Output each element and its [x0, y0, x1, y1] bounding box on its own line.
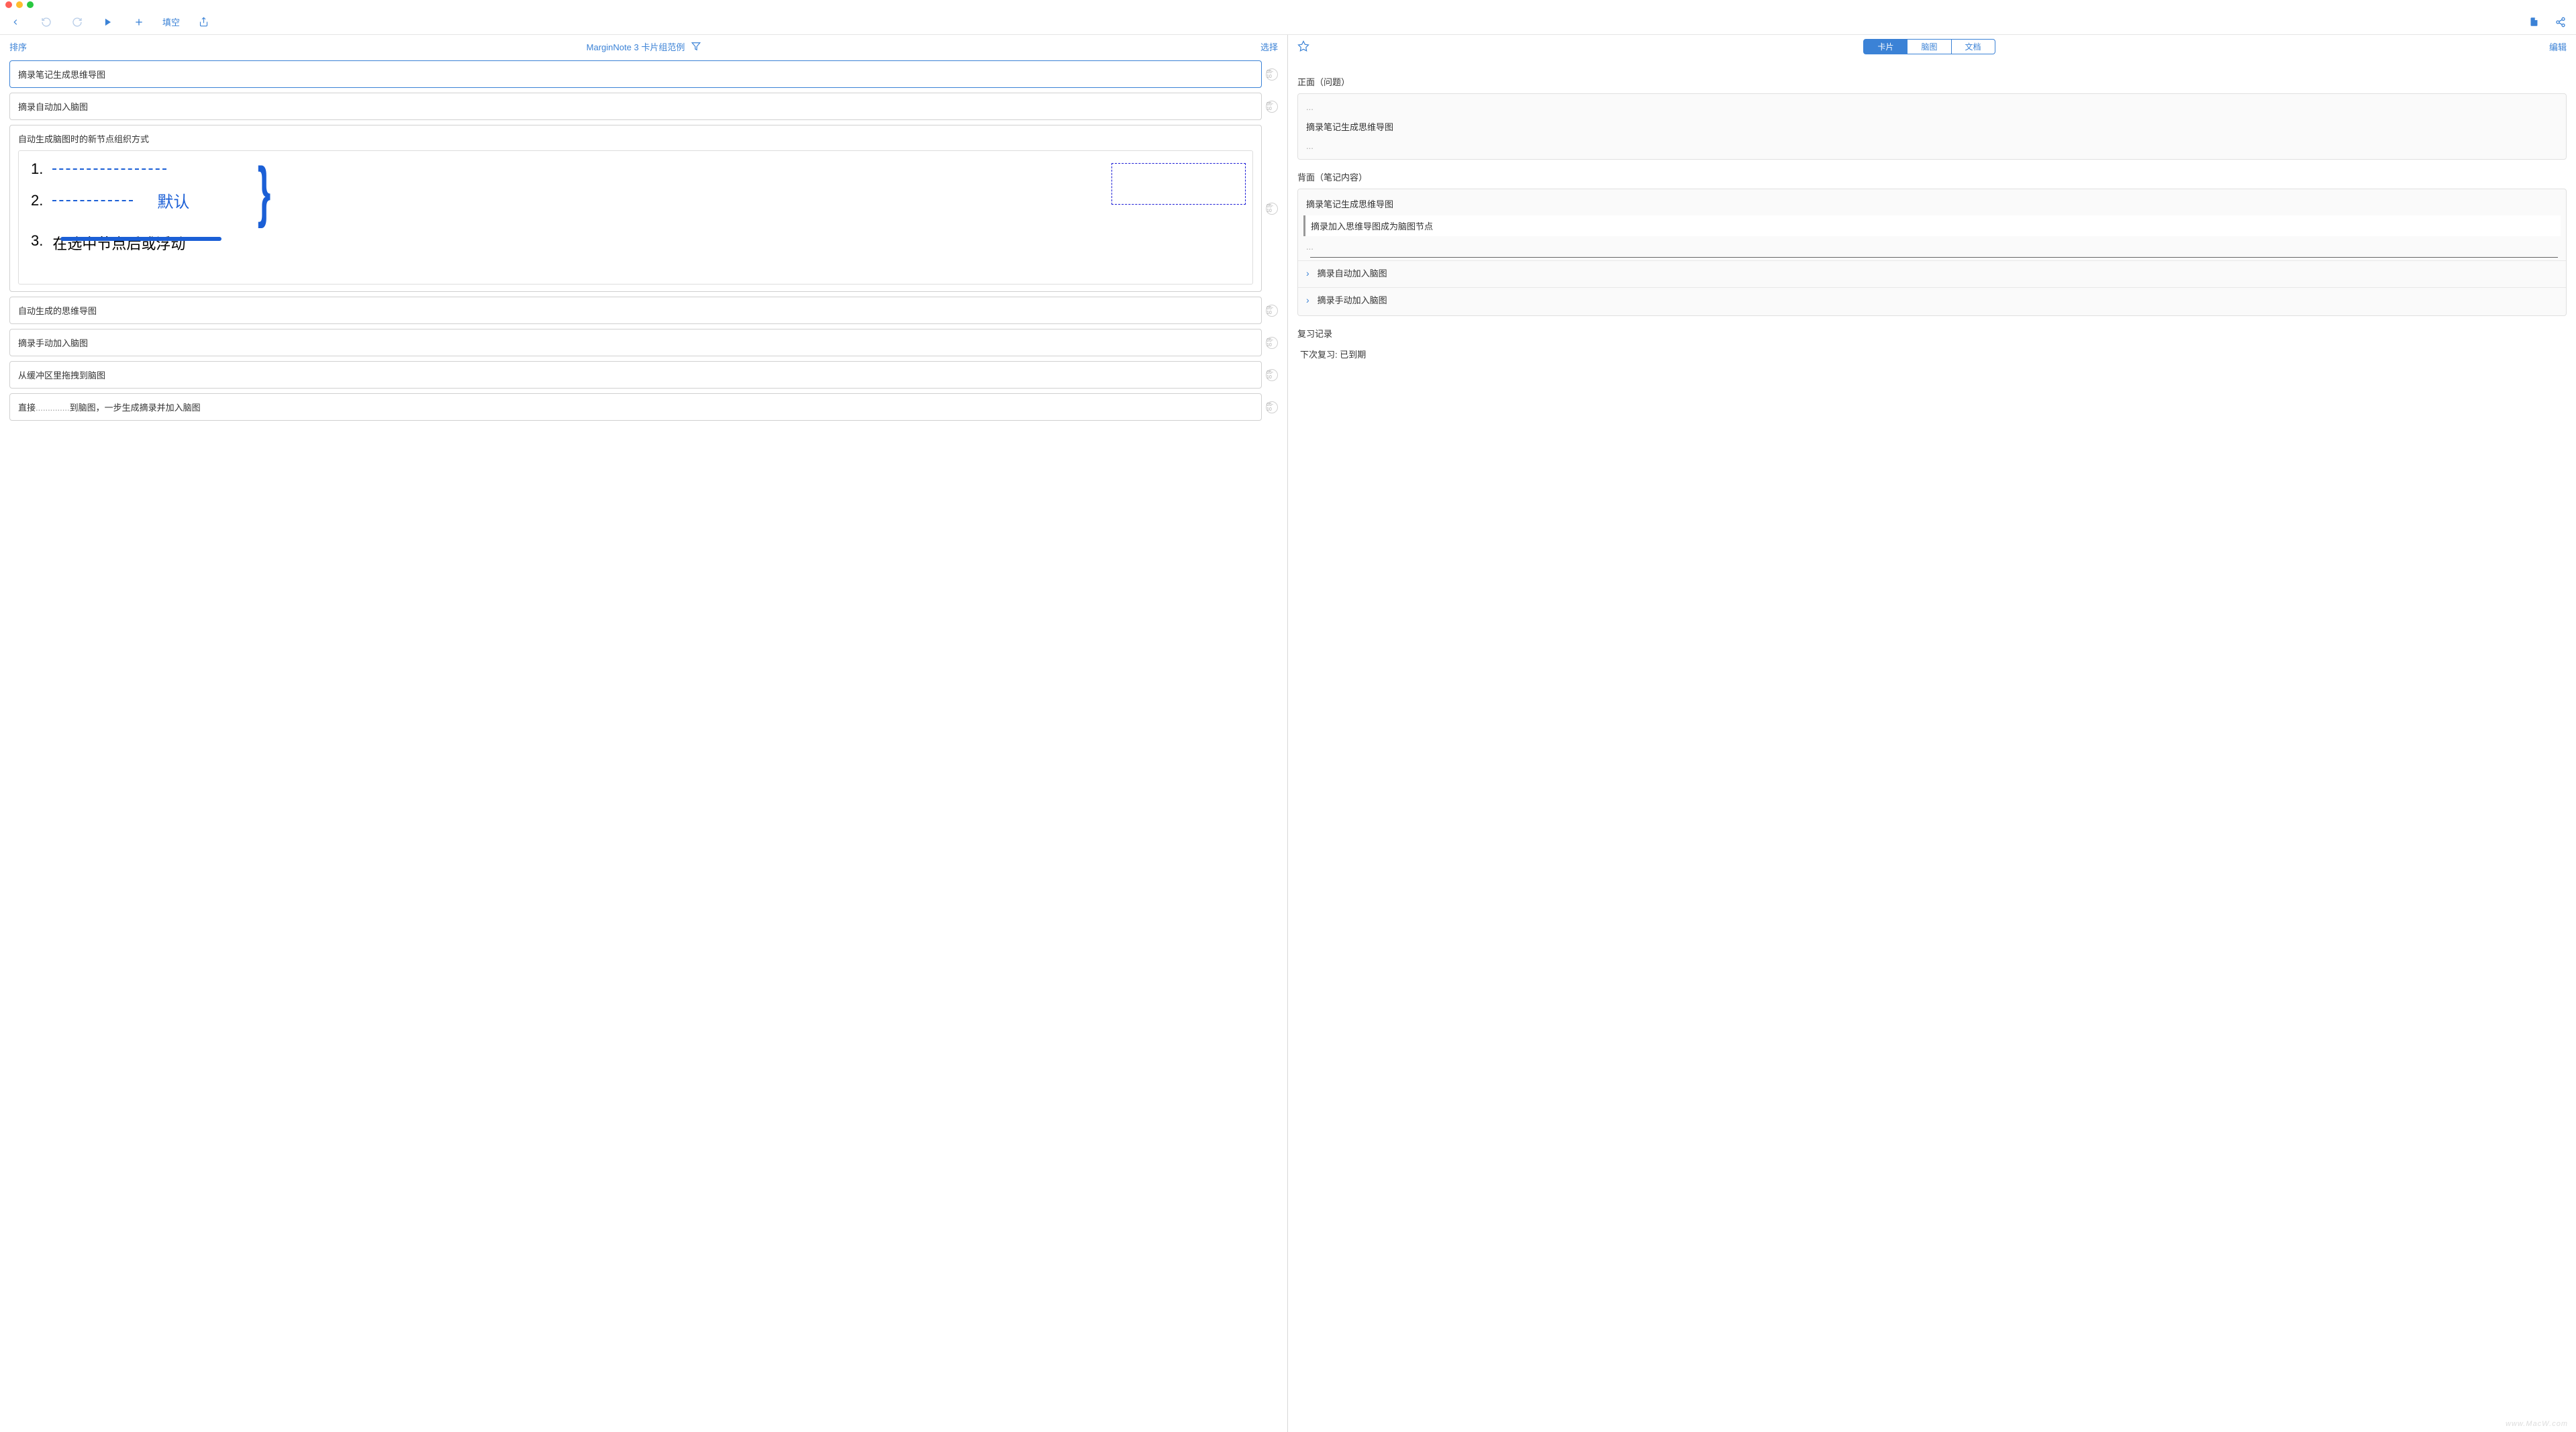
tab-document[interactable]: 文档 — [1952, 39, 1995, 54]
back-button[interactable] — [8, 15, 23, 30]
add-button[interactable] — [132, 15, 146, 30]
filter-icon[interactable] — [691, 42, 701, 51]
card-text-post: 到脑图，一步生成摘录并加入脑图 — [70, 403, 201, 413]
linked-card-label: 摘录自动加入脑图 — [1318, 266, 1387, 279]
date-badge: 05-10 — [1266, 369, 1278, 381]
window-titlebar — [0, 0, 2576, 9]
traffic-close-button[interactable] — [5, 1, 12, 8]
back-text-1: 摘录笔记生成思维导图 — [1298, 193, 2566, 214]
date-badge: 05-10 — [1266, 337, 1278, 349]
select-button[interactable]: 选择 — [1260, 40, 1278, 53]
tab-mindmap[interactable]: 脑图 — [1908, 39, 1951, 54]
front-section-label: 正面（问题） — [1297, 75, 2567, 88]
ellipsis-icon[interactable]: ... — [1298, 137, 2566, 155]
date-badge: 05-10 — [1266, 203, 1278, 215]
date-badge: 05-10 — [1266, 68, 1278, 81]
divider — [1310, 257, 2558, 258]
date-badge: 05-10 — [1266, 401, 1278, 413]
linked-card-row[interactable]: › 摘录自动加入脑图 — [1298, 260, 2566, 285]
play-button[interactable] — [101, 15, 115, 30]
card-deck-title: MarginNote 3 卡片组范例 — [27, 40, 1260, 53]
linked-card-label: 摘录手动加入脑图 — [1318, 293, 1387, 306]
main-toolbar: 填空 — [0, 9, 2576, 35]
back-quote-text: 摘录加入思维导图成为脑图节点 — [1303, 215, 2561, 236]
tab-card[interactable]: 卡片 — [1863, 39, 1908, 54]
list-number: 3. — [31, 232, 43, 254]
card-row: 从缓冲区里拖拽到脑图 05-10 — [9, 361, 1278, 389]
front-content-box: ... 摘录笔记生成思维导图 ... — [1297, 93, 2567, 160]
undo-button[interactable] — [39, 15, 54, 30]
share-nodes-icon[interactable] — [2553, 15, 2568, 30]
review-status-text: 下次复习: 已到期 — [1297, 345, 2567, 363]
document-icon[interactable] — [2526, 15, 2541, 30]
share-button[interactable] — [196, 15, 211, 30]
chevron-right-icon: › — [1306, 268, 1309, 278]
toolbar-left-group: 填空 — [8, 15, 211, 30]
list-number: 1. — [31, 160, 43, 178]
card-item-4[interactable]: 摘录手动加入脑图 — [9, 329, 1262, 356]
card-list: 摘录笔记生成思维导图 05-10 摘录自动加入脑图 05-10 自动生成脑图时的… — [0, 58, 1287, 428]
card-row: 摘录手动加入脑图 05-10 — [9, 329, 1278, 356]
default-label: 默认 — [157, 189, 189, 212]
card-row: 摘录笔记生成思维导图 05-10 — [9, 60, 1278, 88]
dashed-selection-box — [1111, 163, 1246, 205]
right-panel: 卡片 脑图 文档 编辑 正面（问题） ... 摘录笔记生成思维导图 ... 背面… — [1288, 35, 2576, 1432]
ellipsis-icon[interactable]: ... — [1298, 238, 2566, 256]
cloze-blank — [52, 168, 166, 170]
card-item-6[interactable]: 直接..............到脑图，一步生成摘录并加入脑图 — [9, 393, 1262, 421]
brace-icon: } — [258, 158, 270, 225]
card-item-3[interactable]: 自动生成的思维导图 — [9, 297, 1262, 324]
fill-blank-button[interactable]: 填空 — [162, 15, 180, 28]
card-item-0[interactable]: 摘录笔记生成思维导图 — [9, 60, 1262, 88]
right-panel-header: 卡片 脑图 文档 编辑 — [1288, 35, 2576, 58]
right-content: 正面（问题） ... 摘录笔记生成思维导图 ... 背面（笔记内容） 摘录笔记生… — [1288, 58, 2576, 370]
left-panel: 排序 MarginNote 3 卡片组范例 选择 摘录笔记生成思维导图 05-1… — [0, 35, 1288, 1432]
card-row: 摘录自动加入脑图 05-10 — [9, 93, 1278, 120]
card-item-title: 自动生成脑图时的新节点组织方式 — [18, 132, 1253, 145]
toolbar-right-group — [2526, 15, 2568, 30]
favorite-star-icon[interactable] — [1297, 40, 1309, 52]
list-number: 2. — [31, 192, 43, 209]
card-row: 自动生成的思维导图 05-10 — [9, 297, 1278, 324]
card-row: 直接..............到脑图，一步生成摘录并加入脑图 05-10 — [9, 393, 1278, 421]
card-excerpt-image: 1. 2. 默认 } 3. 在选中节点后或浮动 — [18, 150, 1253, 285]
sort-button[interactable]: 排序 — [9, 40, 27, 53]
view-segmented-control: 卡片 脑图 文档 — [1863, 39, 1995, 54]
highlight-underline — [60, 237, 221, 241]
date-badge: 05-10 — [1266, 305, 1278, 317]
front-text: 摘录笔记生成思维导图 — [1298, 116, 2566, 137]
cloze-blank-inline: .............. — [36, 403, 70, 413]
edit-button[interactable]: 编辑 — [2549, 40, 2567, 53]
card-item-1[interactable]: 摘录自动加入脑图 — [9, 93, 1262, 120]
card-item-2[interactable]: 自动生成脑图时的新节点组织方式 1. 2. 默认 } — [9, 125, 1262, 292]
back-content-box: 摘录笔记生成思维导图 摘录加入思维导图成为脑图节点 ... › 摘录自动加入脑图… — [1297, 189, 2567, 316]
chevron-right-icon: › — [1306, 295, 1309, 305]
redo-button[interactable] — [70, 15, 85, 30]
traffic-minimize-button[interactable] — [16, 1, 23, 8]
review-section-label: 复习记录 — [1297, 327, 2567, 340]
traffic-maximize-button[interactable] — [27, 1, 34, 8]
card-text-pre: 直接 — [18, 403, 36, 413]
deck-title-text: MarginNote 3 卡片组范例 — [587, 40, 685, 53]
main-content: 排序 MarginNote 3 卡片组范例 选择 摘录笔记生成思维导图 05-1… — [0, 35, 2576, 1432]
list-item-text: 在选中节点后或浮动 — [52, 232, 185, 254]
card-row: 自动生成脑图时的新节点组织方式 1. 2. 默认 } — [9, 125, 1278, 292]
watermark-text: www.MacW.com — [2506, 1420, 2568, 1428]
date-badge: 05-10 — [1266, 101, 1278, 113]
cloze-blank — [52, 200, 133, 201]
card-item-5[interactable]: 从缓冲区里拖拽到脑图 — [9, 361, 1262, 389]
linked-card-row[interactable]: › 摘录手动加入脑图 — [1298, 287, 2566, 311]
left-panel-header: 排序 MarginNote 3 卡片组范例 选择 — [0, 35, 1287, 58]
ellipsis-icon[interactable]: ... — [1298, 98, 2566, 116]
back-section-label: 背面（笔记内容） — [1297, 170, 2567, 183]
